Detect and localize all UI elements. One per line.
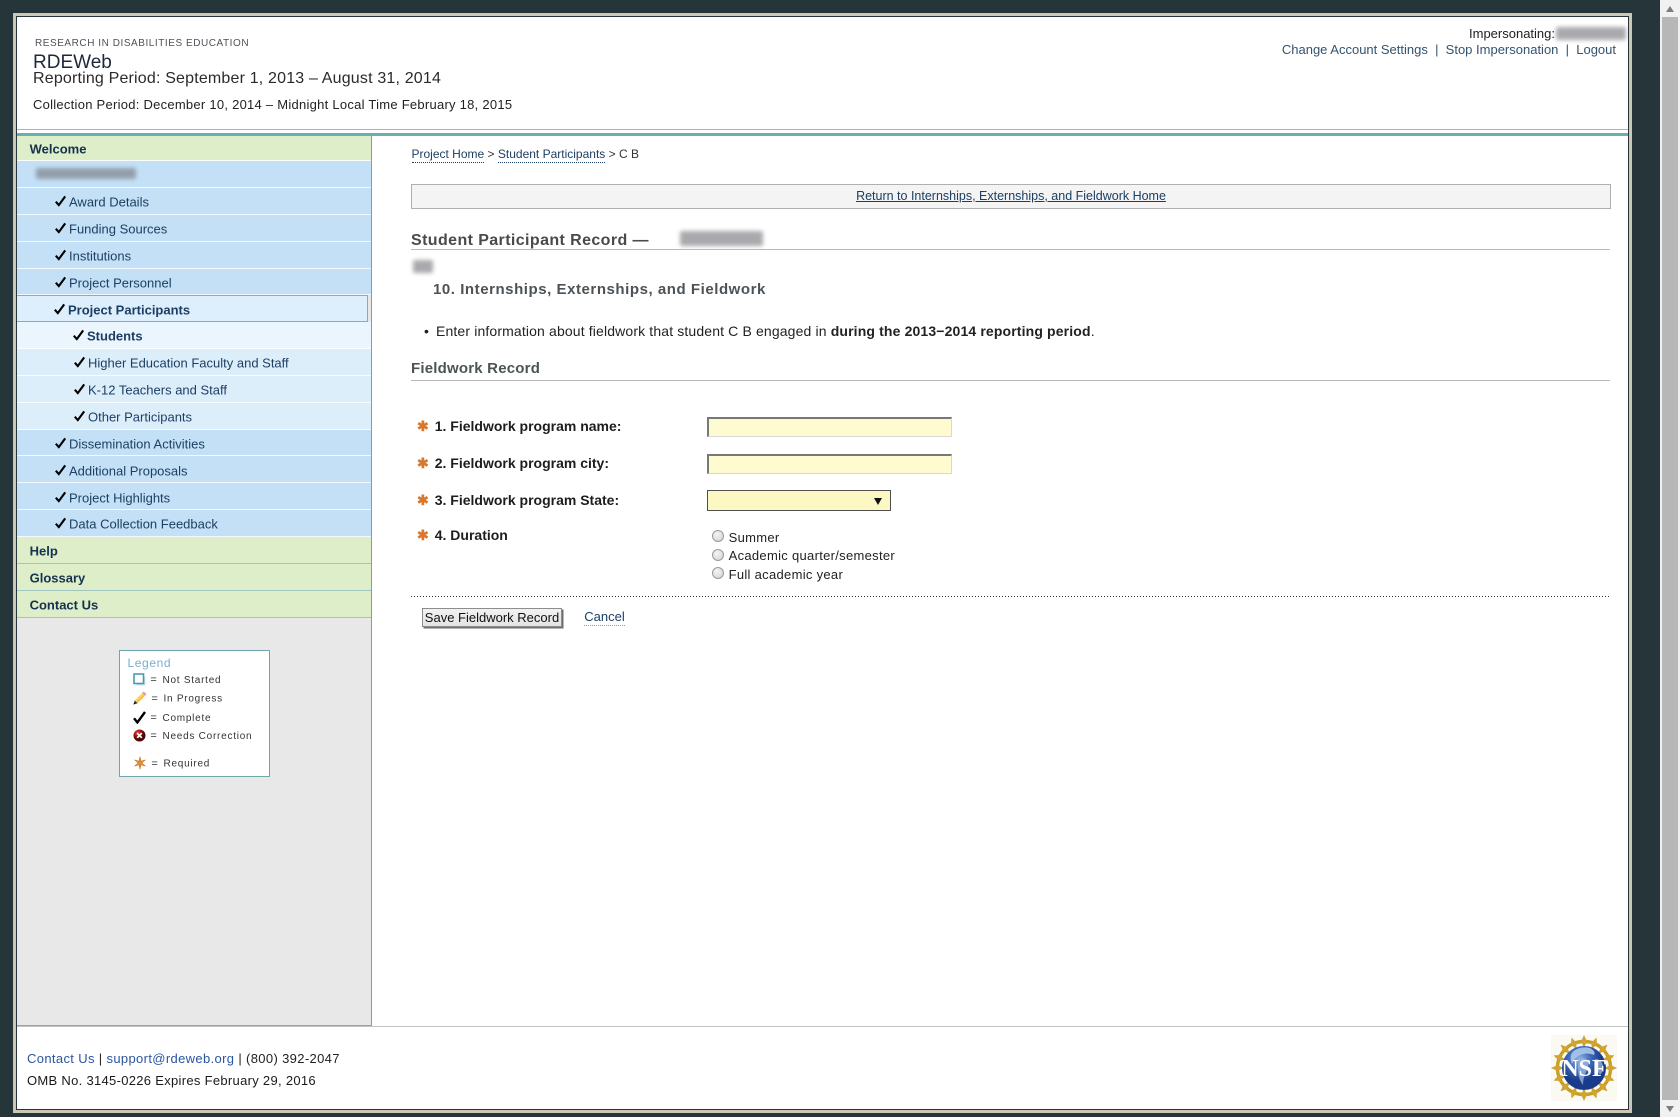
svg-text:NSF: NSF bbox=[1561, 1056, 1606, 1082]
